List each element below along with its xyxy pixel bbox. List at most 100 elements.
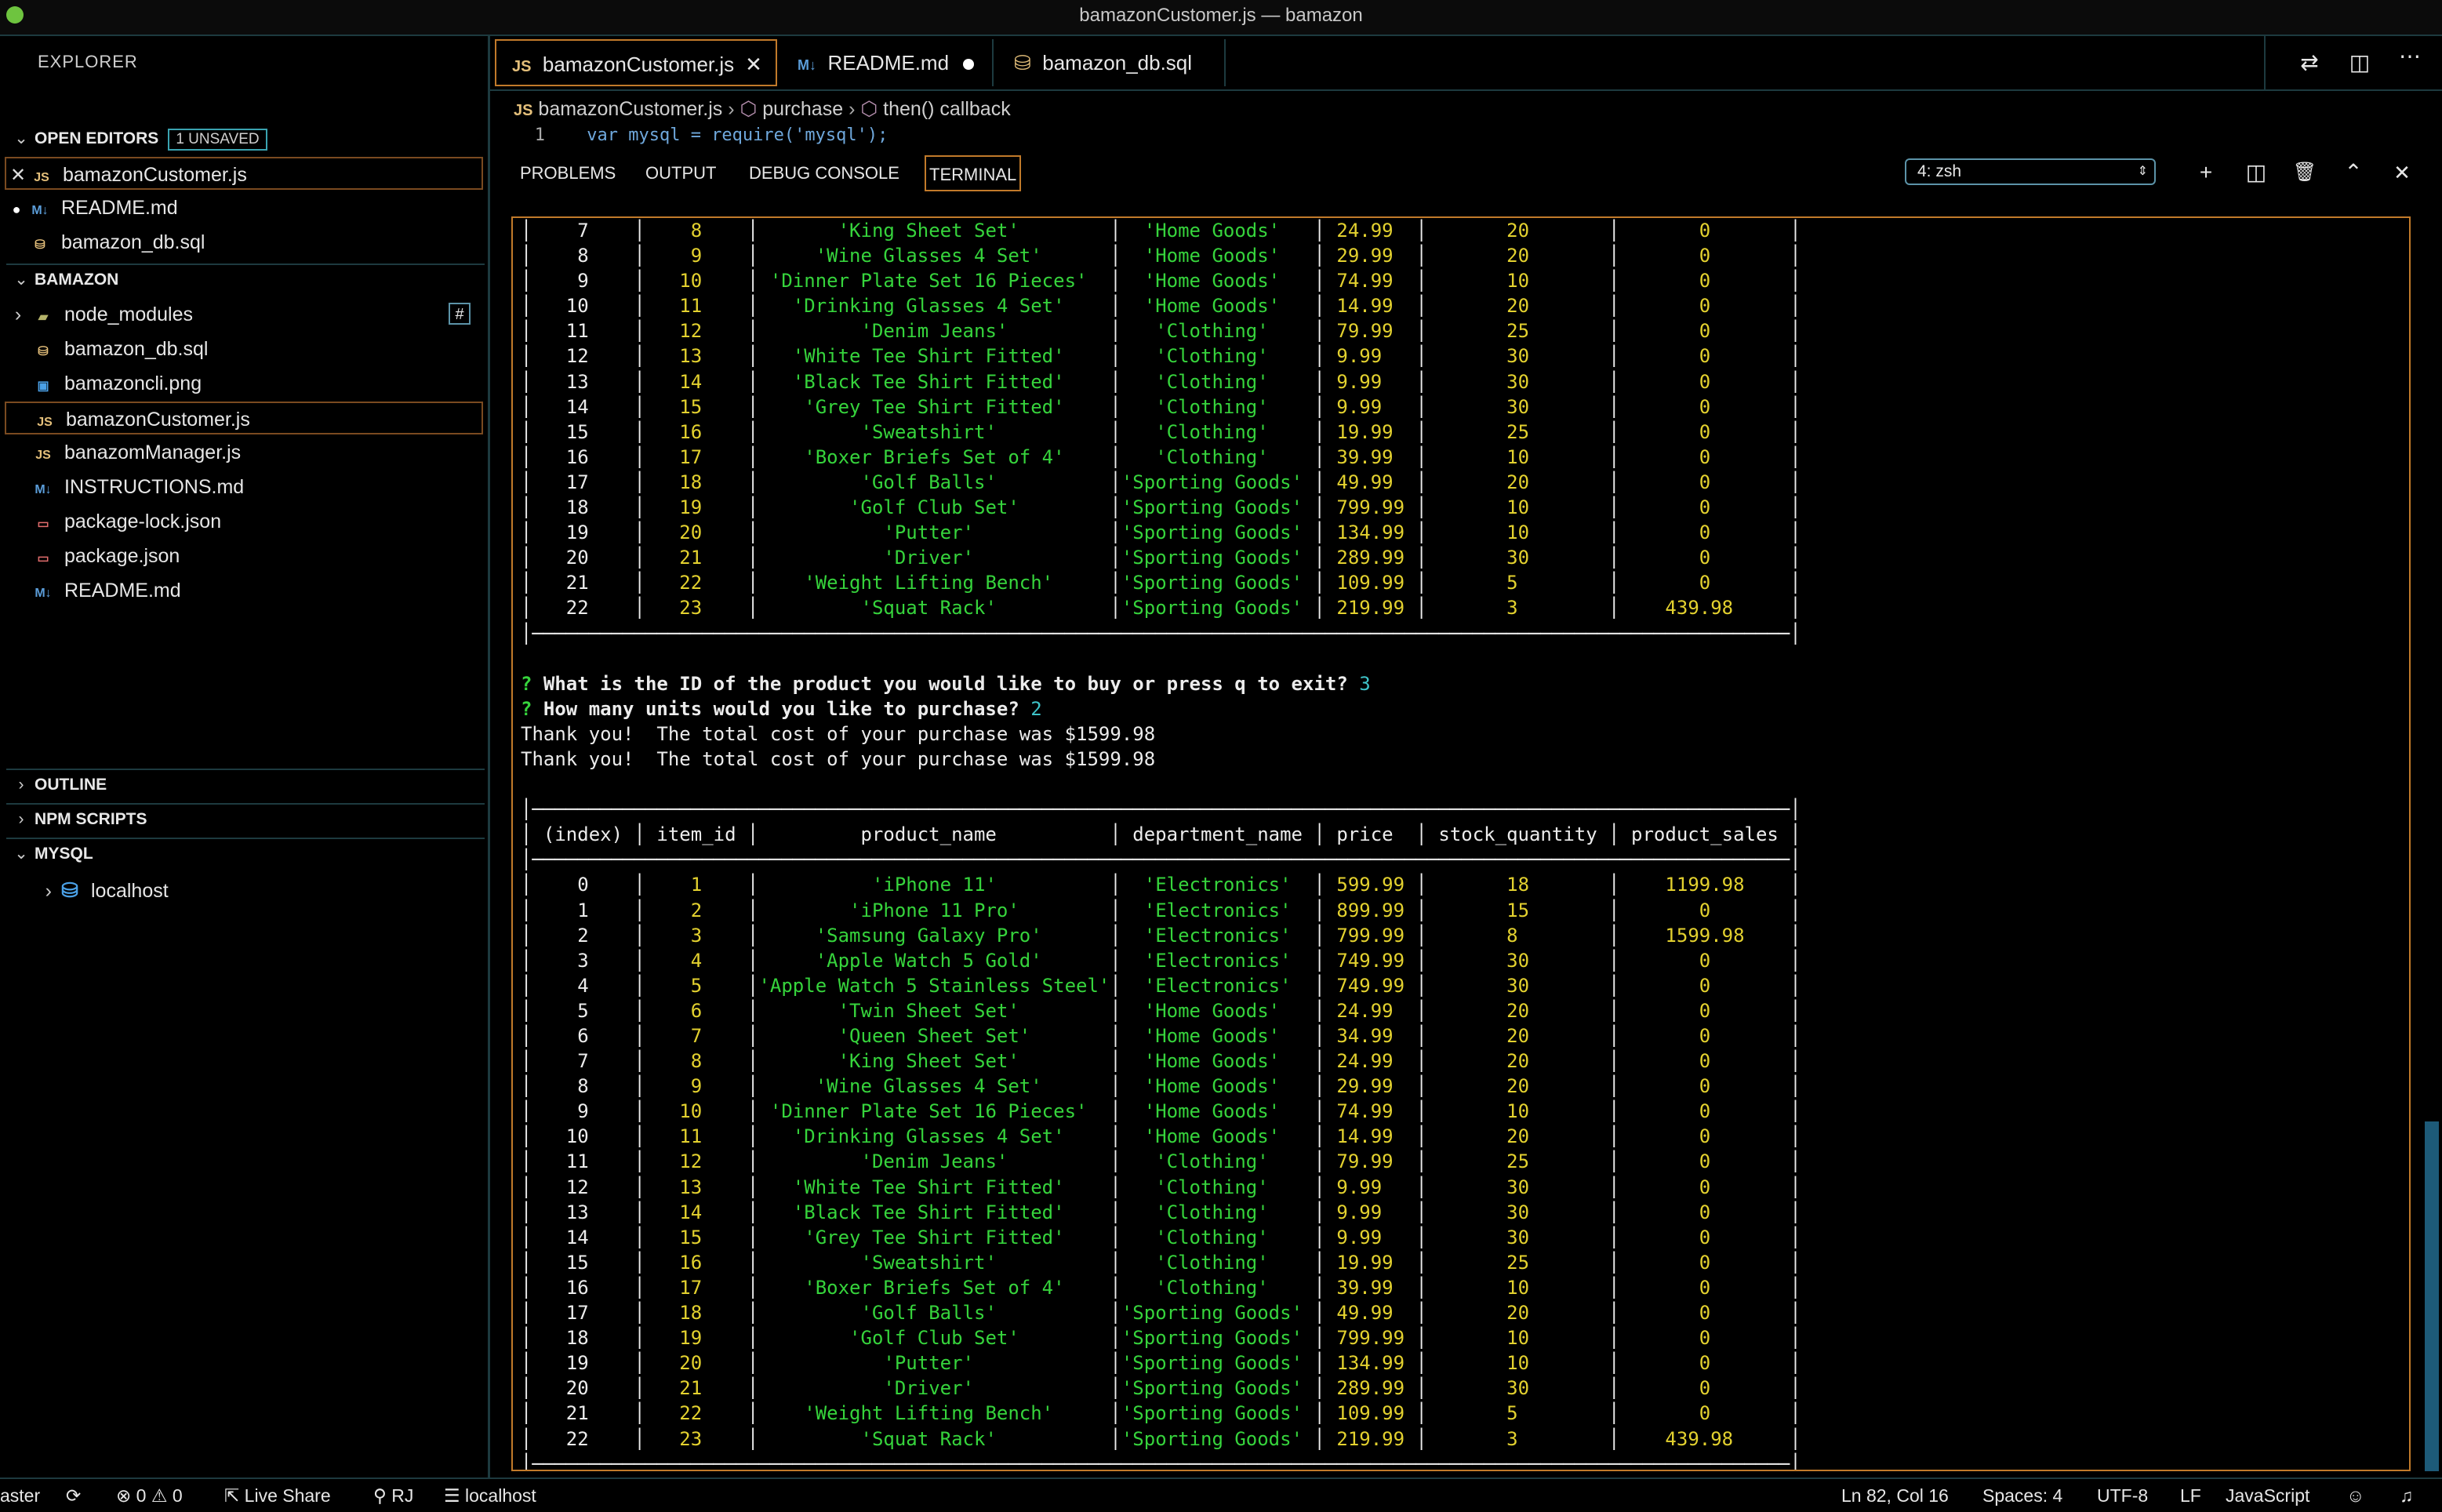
markdown-file-icon: M↓	[798, 57, 816, 73]
tree-item-selected[interactable]: JS bamazonCustomer.js	[5, 402, 483, 434]
tab-readme[interactable]: M↓ README.md	[782, 39, 994, 86]
chevron-right-icon: ›	[18, 776, 24, 794]
breadcrumb-file[interactable]: bamazonCustomer.js	[538, 98, 722, 120]
project-header[interactable]: ⌄ BAMAZON	[8, 265, 478, 295]
compare-changes-icon[interactable]: ⇄	[2294, 47, 2325, 78]
terminal-select[interactable]: 4: zsh ⇕	[1905, 158, 2156, 185]
close-icon[interactable]: ✕	[745, 53, 762, 76]
breadcrumb: JS bamazonCustomer.js › ⬡ purchase › ⬡ t…	[514, 98, 1011, 120]
tab-output[interactable]: OUTPUT	[642, 155, 719, 191]
status-bar: aster ⟳ ⊗ 0 ⚠ 0 ⇱ Live Share ⚲ RJ ☰ loca…	[0, 1477, 2442, 1512]
cursor-position[interactable]: Ln 82, Col 16	[1841, 1484, 1949, 1507]
unsaved-dot-icon[interactable]	[963, 59, 975, 71]
outline-header[interactable]: › OUTLINE	[8, 770, 478, 800]
language-mode[interactable]: JavaScript	[2226, 1484, 2309, 1507]
code-text: var mysql = require('mysql');	[587, 125, 888, 144]
database-file-icon: ⛁	[1014, 51, 1031, 75]
tree-item-node-modules[interactable]: › ▰ node_modules #	[5, 298, 483, 331]
live-share-button[interactable]: ⇱ Live Share	[224, 1484, 331, 1507]
bell-icon[interactable]: ♫	[2400, 1484, 2413, 1507]
chevron-down-icon: ⌄	[14, 845, 28, 863]
json-file-icon: ▭	[37, 518, 49, 531]
markdown-file-icon: M↓	[35, 587, 52, 600]
open-editors-header[interactable]: ⌄ OPEN EDITORS 1 UNSAVED	[8, 124, 478, 154]
indentation[interactable]: Spaces: 4	[1982, 1484, 2062, 1507]
database-file-icon: ⛁	[38, 345, 49, 358]
close-icon[interactable]: ✕	[6, 159, 30, 192]
chevron-right-icon: ›	[18, 810, 24, 828]
sync-icon[interactable]: ⟳	[66, 1484, 81, 1507]
tree-item[interactable]: M↓ README.md	[5, 574, 483, 607]
markdown-file-icon: M↓	[35, 483, 52, 496]
tree-item[interactable]: M↓ INSTRUCTIONS.md	[5, 471, 483, 503]
user-indicator[interactable]: ⚲ RJ	[373, 1484, 413, 1507]
editor-code-line[interactable]: 1 var mysql = require('mysql');	[490, 125, 2419, 144]
chevron-down-icon: ⌄	[14, 271, 28, 289]
js-file-icon: JS	[35, 449, 51, 462]
tab-bamazon-db[interactable]: ⛁ bamazon_db.sql	[998, 39, 1226, 86]
folder-icon: ▰	[38, 311, 49, 324]
hash-button[interactable]: #	[449, 303, 471, 325]
window-title: bamazonCustomer.js — bamazon	[1079, 5, 1363, 26]
maximize-panel-icon[interactable]: ⌃	[2338, 157, 2369, 188]
unsaved-dot-icon: ●	[12, 202, 21, 217]
editor-tab-bar: JS bamazonCustomer.js ✕ M↓ README.md ⛁ ba…	[490, 36, 2442, 91]
json-file-icon: ▭	[37, 552, 49, 565]
js-file-icon: JS	[512, 58, 532, 75]
tab-terminal[interactable]: TERMINAL	[925, 155, 1022, 191]
git-branch[interactable]: aster	[0, 1484, 40, 1507]
encoding[interactable]: UTF-8	[2097, 1484, 2148, 1507]
chevron-right-icon: ›	[14, 303, 22, 325]
select-arrows-icon: ⇕	[2137, 165, 2148, 178]
mysql-host-item[interactable]: › ⛁ localhost	[5, 874, 483, 907]
tree-item[interactable]: JS banazomManager.js	[5, 436, 483, 469]
tab-problems[interactable]: PROBLEMS	[517, 155, 619, 191]
npm-scripts-header[interactable]: › NPM SCRIPTS	[8, 805, 478, 834]
symbol-method-icon: ⬡	[740, 98, 758, 120]
live-share-icon: ⇱	[224, 1485, 240, 1506]
tab-bamazon-customer[interactable]: JS bamazonCustomer.js ✕	[495, 39, 777, 86]
title-bar: bamazonCustomer.js — bamazon	[0, 0, 2442, 36]
db-connection[interactable]: ☰ localhost	[444, 1484, 536, 1507]
js-file-icon: JS	[34, 171, 49, 184]
mysql-header[interactable]: ⌄ MYSQL	[8, 839, 478, 869]
trash-icon[interactable]: 🗑	[2289, 157, 2320, 188]
more-actions-icon[interactable]: ⋯	[2394, 41, 2426, 72]
explorer-title: EXPLORER	[38, 52, 138, 71]
warning-icon: ⚠	[151, 1485, 168, 1506]
database-icon: ⛁	[61, 878, 78, 902]
tree-item[interactable]: ▭ package-lock.json	[5, 505, 483, 538]
split-editor-icon[interactable]: ◫	[2344, 47, 2375, 78]
js-file-icon: JS	[514, 102, 533, 119]
open-editor-item[interactable]: ⛁ bamazon_db.sql	[5, 226, 483, 259]
line-number: 1	[534, 125, 545, 144]
feedback-icon[interactable]: ☺	[2346, 1484, 2364, 1507]
panel-header: PROBLEMS OUTPUT DEBUG CONSOLE TERMINAL 4…	[490, 146, 2442, 202]
tree-item[interactable]: ▭ package.json	[5, 540, 483, 572]
image-file-icon: ▣	[37, 380, 49, 393]
tree-item[interactable]: ⛁ bamazon_db.sql	[5, 333, 483, 365]
terminal-scrollbar[interactable]	[2425, 1121, 2439, 1471]
terminal-output: │ 7 │ 8 │ 'King Sheet Set' │ 'Home Goods…	[521, 220, 1801, 1471]
line-ending[interactable]: LF	[2180, 1484, 2201, 1507]
new-terminal-icon[interactable]: +	[2190, 157, 2222, 188]
terminal[interactable]: │ 7 │ 8 │ 'King Sheet Set' │ 'Home Goods…	[511, 216, 2411, 1471]
database-file-icon: ⛁	[35, 238, 45, 252]
open-editor-item[interactable]: ✕ JS bamazonCustomer.js	[5, 157, 483, 190]
unsaved-badge: 1 UNSAVED	[168, 129, 267, 151]
chevron-right-icon: ›	[45, 880, 52, 902]
markdown-file-icon: M↓	[31, 204, 49, 217]
js-file-icon: JS	[37, 416, 53, 429]
error-icon: ⊗	[116, 1485, 132, 1506]
chevron-down-icon: ⌄	[14, 129, 28, 147]
breadcrumb-symbol-callback[interactable]: then() callback	[883, 98, 1011, 120]
open-editor-item[interactable]: ● M↓ README.md	[5, 191, 483, 224]
explorer-sidebar: EXPLORER ⌄ OPEN EDITORS 1 UNSAVED ✕ JS bamaz…	[0, 36, 490, 1477]
pin-icon: ⚲	[373, 1485, 387, 1506]
tab-debug-console[interactable]: DEBUG CONSOLE	[746, 155, 903, 191]
breadcrumb-symbol-purchase[interactable]: purchase	[762, 98, 843, 120]
tree-item[interactable]: ▣ bamazoncli.png	[5, 367, 483, 400]
close-panel-icon[interactable]: ✕	[2386, 157, 2418, 188]
problems-indicator[interactable]: ⊗ 0 ⚠ 0	[116, 1484, 183, 1507]
split-terminal-icon[interactable]: ◫	[2240, 157, 2272, 188]
